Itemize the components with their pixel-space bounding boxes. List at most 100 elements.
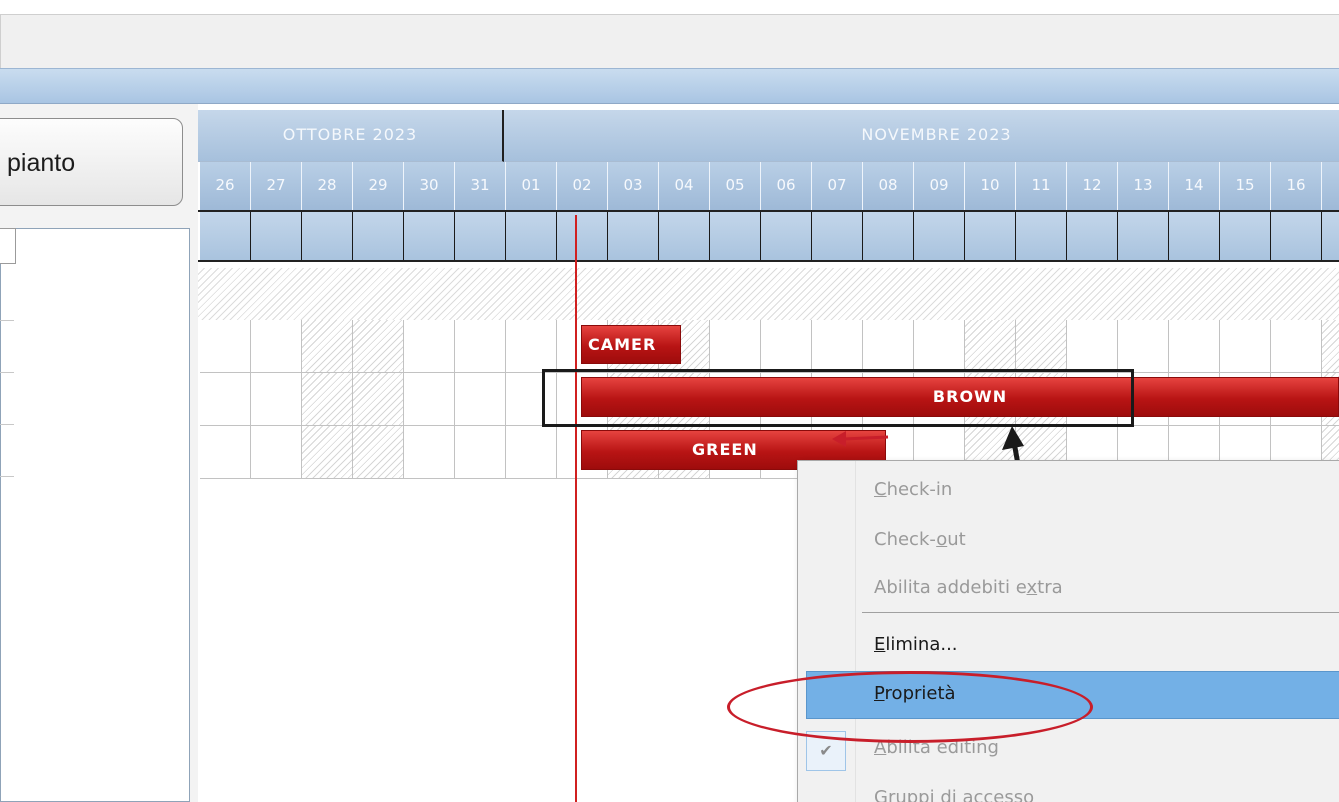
day-subheader-cell <box>812 212 863 260</box>
day-header: 12 <box>1067 162 1118 210</box>
day-header: 01 <box>506 162 557 210</box>
month-header: OTTOBRE 2023 <box>198 110 504 162</box>
day-subheader-cell <box>302 212 353 260</box>
room-list[interactable] <box>0 228 190 802</box>
day-header: 08 <box>863 162 914 210</box>
grid-cell[interactable] <box>404 373 455 426</box>
day-subheader-cell <box>761 212 812 260</box>
month-header: NOVEMBRE 2023 <box>504 110 1339 162</box>
menu-separator <box>862 612 1339 613</box>
day-header: 07 <box>812 162 863 210</box>
day-subheader-cell <box>965 212 1016 260</box>
day-header: 05 <box>710 162 761 210</box>
menu-item-extra-charges[interactable]: Abilita addebiti extra <box>874 577 1063 598</box>
day-subheader-cell <box>1118 212 1169 260</box>
list-divider <box>0 372 14 373</box>
grid-cell[interactable] <box>965 320 1016 373</box>
grid-cell[interactable] <box>506 426 557 479</box>
grid-cell[interactable] <box>251 426 302 479</box>
day-header: 10 <box>965 162 1016 210</box>
day-header: 06 <box>761 162 812 210</box>
day-header: 28 <box>302 162 353 210</box>
day-subheader-cell <box>1322 212 1339 260</box>
grid-cell[interactable] <box>761 320 812 373</box>
day-header: 03 <box>608 162 659 210</box>
list-divider <box>0 424 14 425</box>
room-list-selection[interactable] <box>0 228 16 264</box>
window-toolbar-area <box>0 14 1339 68</box>
grid-cell[interactable] <box>1169 320 1220 373</box>
grid-cell[interactable] <box>353 426 404 479</box>
day-header: 04 <box>659 162 710 210</box>
reservation-bar-camer[interactable]: CAMER <box>581 325 681 364</box>
grid-cell[interactable] <box>404 320 455 373</box>
menu-item-check-in[interactable]: Check-in <box>874 479 952 500</box>
day-subheader-cell <box>251 212 302 260</box>
annotation-highlight-box <box>542 369 1134 427</box>
day-subheader-cell <box>404 212 455 260</box>
day-subheader-cell <box>710 212 761 260</box>
grid-cell[interactable] <box>1271 320 1322 373</box>
grid-cell[interactable] <box>1322 320 1339 373</box>
grid-cell[interactable] <box>404 426 455 479</box>
day-header: 14 <box>1169 162 1220 210</box>
grid-cell[interactable] <box>455 320 506 373</box>
menu-item-access-groups[interactable]: Gruppi di accesso <box>874 787 1034 802</box>
day-header: 1 <box>1322 162 1339 210</box>
grid-cell[interactable] <box>251 373 302 426</box>
day-subheader-cell <box>1016 212 1067 260</box>
day-subheader-cell <box>200 212 251 260</box>
grid-cell[interactable] <box>1118 320 1169 373</box>
grid-cell[interactable] <box>914 320 965 373</box>
today-marker <box>575 215 577 802</box>
day-header: 11 <box>1016 162 1067 210</box>
grid-cell[interactable] <box>863 320 914 373</box>
day-header: 09 <box>914 162 965 210</box>
grid-cell[interactable] <box>353 373 404 426</box>
grid-cell[interactable] <box>353 320 404 373</box>
day-subheader-cell <box>455 212 506 260</box>
day-header: 13 <box>1118 162 1169 210</box>
annotation-ellipse-red <box>727 671 1093 743</box>
list-divider <box>0 476 14 477</box>
title-strip <box>0 68 1339 104</box>
grid-cell[interactable] <box>200 320 251 373</box>
grid-cell[interactable] <box>1016 320 1067 373</box>
day-header: 29 <box>353 162 404 210</box>
day-subheader-cell <box>1067 212 1118 260</box>
annotation-arrow-red <box>832 431 889 447</box>
pianto-button[interactable]: pianto <box>0 118 183 206</box>
grid-cell[interactable] <box>1220 320 1271 373</box>
day-subheader-row <box>198 210 1339 262</box>
grid-cell[interactable] <box>455 373 506 426</box>
day-header: 15 <box>1220 162 1271 210</box>
grid-cell[interactable] <box>455 426 506 479</box>
day-header: 27 <box>251 162 302 210</box>
day-subheader-cell <box>1169 212 1220 260</box>
day-header: 30 <box>404 162 455 210</box>
list-divider <box>0 320 14 321</box>
grid-cell[interactable] <box>812 320 863 373</box>
grid-cell[interactable] <box>200 373 251 426</box>
day-subheader-cell <box>863 212 914 260</box>
context-menu: Check-in Check-out Abilita addebiti extr… <box>797 460 1339 802</box>
unavailable-row <box>198 268 1339 320</box>
grid-cell[interactable] <box>710 320 761 373</box>
grid-cell[interactable] <box>302 373 353 426</box>
day-subheader-cell <box>1220 212 1271 260</box>
day-header: 31 <box>455 162 506 210</box>
day-subheader-cell <box>608 212 659 260</box>
grid-cell[interactable] <box>302 320 353 373</box>
menu-item-delete[interactable]: Elimina... <box>874 634 958 655</box>
grid-cell[interactable] <box>200 426 251 479</box>
grid-cell[interactable] <box>251 320 302 373</box>
day-subheader-cell <box>557 212 608 260</box>
pianto-button-label: pianto <box>7 149 76 177</box>
day-subheader-cell <box>353 212 404 260</box>
day-header: 26 <box>200 162 251 210</box>
menu-item-check-out[interactable]: Check-out <box>874 529 966 550</box>
grid-cell[interactable] <box>1067 320 1118 373</box>
grid-cell[interactable] <box>506 320 557 373</box>
grid-cell[interactable] <box>302 426 353 479</box>
day-subheader-cell <box>506 212 557 260</box>
